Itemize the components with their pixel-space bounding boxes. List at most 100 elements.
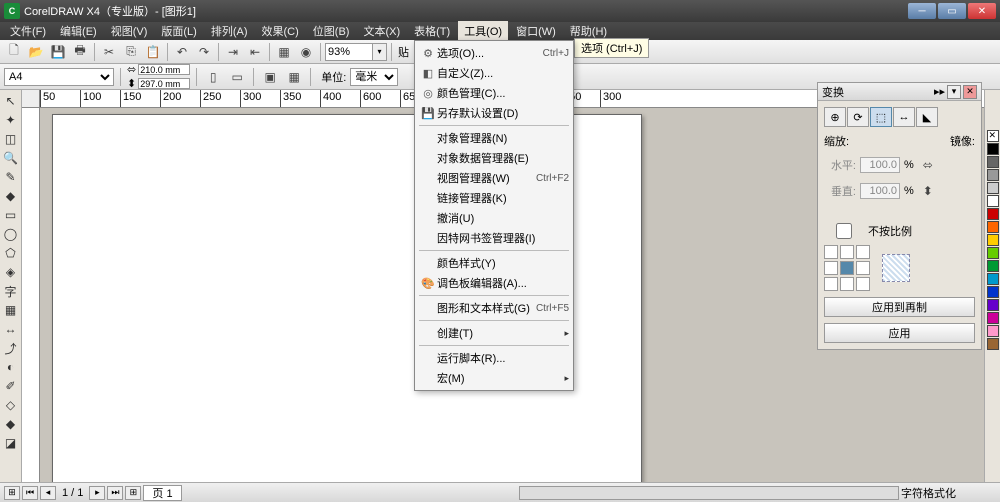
zoom-dropdown[interactable]: ▾	[373, 43, 387, 61]
fill-tool[interactable]: ◆	[2, 415, 20, 433]
color-swatch[interactable]	[987, 169, 999, 181]
add-page-button[interactable]: ⊞	[4, 486, 20, 500]
copy-button[interactable]: ⎘	[121, 42, 141, 62]
v-scale-input[interactable]	[860, 183, 900, 199]
color-swatch[interactable]	[987, 156, 999, 168]
color-swatch[interactable]	[987, 325, 999, 337]
open-button[interactable]: 📂	[26, 42, 46, 62]
text-tool[interactable]: 字	[2, 282, 20, 300]
menu-item[interactable]: 🎨调色板编辑器(A)...	[415, 273, 573, 293]
portrait-button[interactable]: ▯	[203, 67, 223, 87]
last-page-button[interactable]: ⏭	[107, 486, 123, 500]
rectangle-tool[interactable]: ▭	[2, 206, 20, 224]
position-tab[interactable]: ⊕	[824, 107, 846, 127]
docker-close-button[interactable]: ✕	[963, 85, 977, 99]
blend-tool[interactable]: ◐	[2, 358, 20, 376]
apply-duplicate-button[interactable]: 应用到再制	[824, 297, 975, 317]
minimize-button[interactable]: ─	[908, 3, 936, 19]
menu-item[interactable]: 创建(T)▸	[415, 323, 573, 343]
eyedropper-tool[interactable]: ✐	[2, 377, 20, 395]
color-swatch[interactable]	[987, 299, 999, 311]
table-tool[interactable]: ▦	[2, 301, 20, 319]
menu-item[interactable]: 💾另存默认设置(D)	[415, 103, 573, 123]
no-color-swatch[interactable]	[987, 130, 999, 142]
next-page-button[interactable]: ▸	[89, 486, 105, 500]
zoom-input[interactable]	[325, 43, 373, 61]
menu-item[interactable]: 视图管理器(W)Ctrl+F2	[415, 168, 573, 188]
color-swatch[interactable]	[987, 182, 999, 194]
horizontal-scrollbar[interactable]	[519, 486, 899, 500]
skew-tab[interactable]: ◣	[916, 107, 938, 127]
basic-shapes-tool[interactable]: ◈	[2, 263, 20, 281]
print-button[interactable]: 🖶	[70, 42, 90, 62]
polygon-tool[interactable]: ⬠	[2, 244, 20, 262]
maximize-button[interactable]: ▭	[938, 3, 966, 19]
page-height-input[interactable]	[138, 78, 190, 89]
landscape-button[interactable]: ▭	[227, 67, 247, 87]
color-swatch[interactable]	[987, 234, 999, 246]
dimension-tool[interactable]: ↔	[2, 320, 20, 338]
add-page-after-button[interactable]: ⊞	[125, 486, 141, 500]
menu-窗口[interactable]: 窗口(W)	[510, 21, 562, 41]
ellipse-tool[interactable]: ◯	[2, 225, 20, 243]
nonproportional-checkbox[interactable]	[824, 223, 864, 239]
shape-tool[interactable]: ✦	[2, 111, 20, 129]
menu-工具[interactable]: 工具(O)	[458, 21, 508, 41]
menu-item[interactable]: ◧自定义(Z)...	[415, 63, 573, 83]
interactive-fill-tool[interactable]: ◪	[2, 434, 20, 452]
redo-button[interactable]: ↷	[194, 42, 214, 62]
paper-size-select[interactable]: A4	[4, 68, 114, 86]
color-swatch[interactable]	[987, 312, 999, 324]
new-button[interactable]: 🗋	[4, 42, 24, 62]
apply-button[interactable]: 应用	[824, 323, 975, 343]
menu-视图[interactable]: 视图(V)	[105, 21, 154, 41]
menu-版面[interactable]: 版面(L)	[155, 21, 202, 41]
menu-位图[interactable]: 位图(B)	[307, 21, 356, 41]
anchor-grid[interactable]	[824, 245, 870, 291]
prev-page-button[interactable]: ◂	[40, 486, 56, 500]
first-page-button[interactable]: ⏮	[22, 486, 38, 500]
menu-效果[interactable]: 效果(C)	[256, 21, 305, 41]
scale-tab[interactable]: ⬚	[870, 107, 892, 127]
app-launcher-button[interactable]: ▦	[274, 42, 294, 62]
color-swatch[interactable]	[987, 273, 999, 285]
color-swatch[interactable]	[987, 195, 999, 207]
color-swatch[interactable]	[987, 286, 999, 298]
smart-fill-tool[interactable]: ◆	[2, 187, 20, 205]
menu-item[interactable]: 因特网书签管理器(I)	[415, 228, 573, 248]
menu-item[interactable]: 对象管理器(N)	[415, 128, 573, 148]
menu-item[interactable]: ◎颜色管理(C)...	[415, 83, 573, 103]
color-swatch[interactable]	[987, 260, 999, 272]
zoom-tool[interactable]: 🔍	[2, 149, 20, 167]
page-width-input[interactable]	[138, 64, 190, 75]
save-button[interactable]: 💾	[48, 42, 68, 62]
color-swatch[interactable]	[987, 247, 999, 259]
menu-排列[interactable]: 排列(A)	[205, 21, 254, 41]
menu-item[interactable]: 运行脚本(R)...	[415, 348, 573, 368]
size-tab[interactable]: ↔	[893, 107, 915, 127]
menu-编辑[interactable]: 编辑(E)	[54, 21, 103, 41]
menu-item[interactable]: 撤消(U)	[415, 208, 573, 228]
color-swatch[interactable]	[987, 208, 999, 220]
docker-titlebar[interactable]: 变换 ▸▸ ▾ ✕	[818, 83, 981, 101]
undo-button[interactable]: ↶	[172, 42, 192, 62]
connector-tool[interactable]: ⤴	[2, 339, 20, 357]
close-button[interactable]: ✕	[968, 3, 996, 19]
pick-tool[interactable]: ↖	[2, 92, 20, 110]
color-swatch[interactable]	[987, 338, 999, 350]
menu-文件[interactable]: 文件(F)	[4, 21, 52, 41]
h-scale-input[interactable]	[860, 157, 900, 173]
docker-menu-button[interactable]: ▾	[947, 85, 961, 99]
menu-文本[interactable]: 文本(X)	[357, 21, 406, 41]
crop-tool[interactable]: ◫	[2, 130, 20, 148]
import-button[interactable]: ⇥	[223, 42, 243, 62]
unit-select[interactable]: 毫米	[350, 68, 398, 86]
ruler-origin[interactable]	[22, 90, 40, 108]
menu-item[interactable]: ⚙选项(O)...Ctrl+J	[415, 43, 573, 63]
menu-表格[interactable]: 表格(T)	[408, 21, 456, 41]
outline-tool[interactable]: ◇	[2, 396, 20, 414]
menu-item[interactable]: 图形和文本样式(G)Ctrl+F5	[415, 298, 573, 318]
page-tab[interactable]: 页 1	[143, 485, 181, 501]
color-swatch[interactable]	[987, 221, 999, 233]
paste-button[interactable]: 📋	[143, 42, 163, 62]
